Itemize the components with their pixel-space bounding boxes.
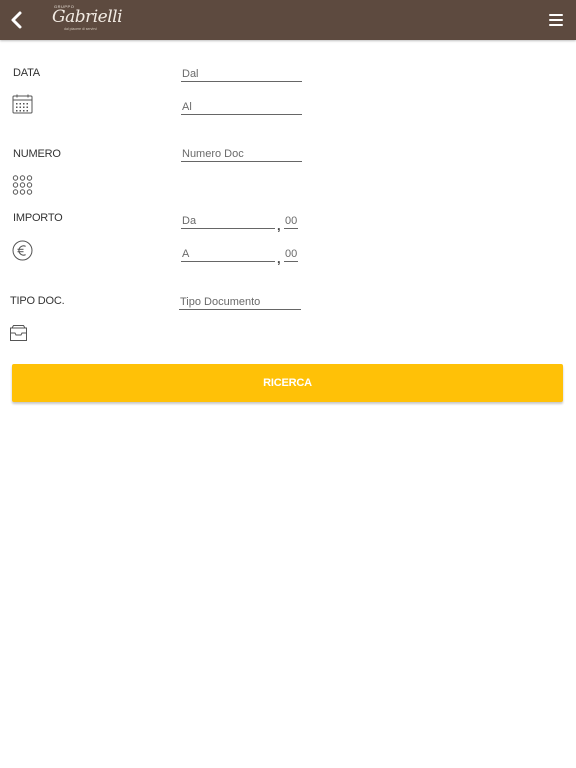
importo-label: IMPORTO [13,212,63,224]
amount-to-input[interactable] [181,246,275,262]
brand-logo: GRUPPO Gabrielli dal piacere di servirvi [50,4,123,36]
tray-icon [9,324,28,342]
hamburger-bar [549,19,563,21]
date-to-input[interactable] [181,99,302,115]
document-type-input[interactable] [179,294,301,310]
hamburger-bar [549,24,563,26]
data-label: DATA [13,67,40,79]
amount-from-input[interactable] [181,213,275,229]
decimal-separator: , [277,218,281,233]
chevron-left-icon [11,11,22,29]
decimal-separator: , [277,251,281,266]
menu-button[interactable] [546,10,568,30]
amount-from-decimals-input[interactable] [284,213,298,229]
date-from-input[interactable] [181,66,302,82]
calendar-icon [12,94,33,114]
logo-tagline: dal piacere di servirvi [64,27,97,31]
numero-label: NUMERO [13,148,61,160]
amount-to-decimals-input[interactable] [284,246,298,262]
hamburger-menu-icon [549,14,563,16]
search-button[interactable]: RICERCA [12,364,563,402]
app-header: GRUPPO Gabrielli dal piacere di servirvi [0,0,576,40]
keypad-icon [12,175,33,195]
document-number-input[interactable] [181,146,302,162]
logo-script-text: Gabrielli [52,7,123,27]
tipo-doc-label: TIPO DOC. [10,295,65,307]
euro-icon [12,240,33,261]
back-button[interactable] [6,6,28,34]
